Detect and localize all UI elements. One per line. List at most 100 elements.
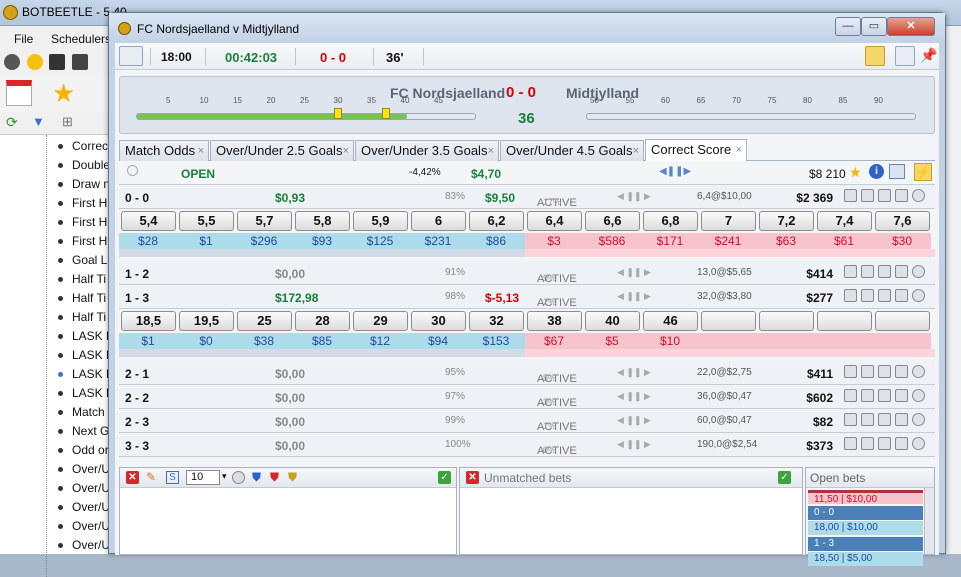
collapse-icon[interactable] (895, 365, 908, 378)
runner-row[interactable]: 1 - 2 $0,00 91% ACTIVE 9% ◀ ❚❚ ▶ 13,0@$5,65 $41… (119, 261, 935, 285)
window-icon[interactable] (895, 46, 915, 66)
bars-icon[interactable] (878, 413, 891, 426)
graph-icon[interactable] (844, 437, 857, 450)
open-bet-row[interactable]: 18,00 | $10,00 (808, 521, 923, 535)
lay-price-button[interactable]: 7,4 (817, 211, 872, 231)
runner-row[interactable]: 0 - 0 $0,93 83% $9,50 ACTIVE 17% ◀ ❚❚ ▶ 6,4@$10… (119, 185, 935, 209)
open-bet-header[interactable]: 0 - 0 (808, 506, 923, 520)
bars-icon[interactable] (878, 365, 891, 378)
add-panel-icon[interactable] (119, 46, 143, 66)
graph-icon[interactable] (844, 265, 857, 278)
lay-price-button[interactable]: 38 (527, 311, 582, 331)
check-icon[interactable]: ✓ (778, 471, 791, 484)
back-price-button[interactable]: 25 (237, 311, 292, 331)
star-icon[interactable]: ★ (52, 80, 75, 106)
close-tab-icon[interactable]: × (633, 145, 639, 157)
close-icon[interactable] (912, 265, 925, 278)
window-title-bar[interactable]: FC Nordsjaelland v Midtjylland — ▭ ✕ (109, 13, 945, 41)
collapse-icon[interactable] (895, 265, 908, 278)
open-bet-header[interactable]: 1 - 3 (808, 537, 923, 551)
nav-arrows-icon[interactable]: ◀ ❚❚ ▶ (617, 439, 651, 450)
info-icon[interactable]: i (869, 164, 884, 179)
arrows-icon[interactable]: ◀❚❚▶ (659, 166, 691, 177)
refresh-icon[interactable]: ⟳ (6, 114, 18, 131)
graph-icon[interactable] (844, 365, 857, 378)
open-bet-row[interactable]: 18,50 | $5,00 (808, 552, 923, 566)
back-price-button[interactable]: 6,2 (469, 211, 524, 231)
graph-icon[interactable] (844, 289, 857, 302)
back-price-button[interactable]: 29 (353, 311, 408, 331)
settings-icon[interactable] (232, 471, 245, 484)
pin-icon[interactable]: 📌 (920, 47, 937, 64)
close-icon[interactable] (912, 413, 925, 426)
close-button[interactable]: ✕ (887, 17, 935, 36)
back-price-button[interactable]: 18,5 (121, 311, 176, 331)
tools-icon[interactable] (861, 365, 874, 378)
back-price-button[interactable]: 5,5 (179, 211, 234, 231)
check-icon[interactable]: ✓ (438, 471, 451, 484)
stake-input[interactable]: 10 (186, 470, 220, 485)
s-icon[interactable]: S (166, 471, 179, 484)
menu-schedulers[interactable]: Schedulers (51, 32, 111, 46)
open-bet-row[interactable]: 11,50 | $10,00 (808, 490, 923, 505)
nav-arrows-icon[interactable]: ◀ ❚❚ ▶ (617, 367, 651, 378)
warning-icon[interactable]: ⛊ (288, 470, 297, 485)
tools-icon[interactable] (861, 265, 874, 278)
back-price-button[interactable]: 28 (295, 311, 350, 331)
bars-icon[interactable] (878, 189, 891, 202)
tree-icon[interactable]: ⊞ (62, 114, 73, 130)
maximize-button[interactable]: ▭ (861, 17, 887, 36)
close-icon[interactable] (912, 365, 925, 378)
close-icon[interactable] (912, 189, 925, 202)
tab-over-under-2-5-goals[interactable]: Over/Under 2.5 Goals × (210, 140, 354, 161)
back-price-button[interactable]: 5,8 (295, 211, 350, 231)
tab-match-odds[interactable]: Match Odds × (119, 140, 209, 161)
soccer-icon[interactable] (4, 54, 20, 70)
lay-price-button[interactable]: 7,2 (759, 211, 814, 231)
back-price-button[interactable]: 30 (411, 311, 466, 331)
tools-icon[interactable] (861, 389, 874, 402)
back-price-button[interactable]: 6 (411, 211, 466, 231)
runner-row[interactable]: 2 - 2 $0,00 97% ACTIVE 3% ◀ ❚❚ ▶ 36,0@$0,47 $60… (119, 385, 935, 409)
close-tab-icon[interactable]: × (198, 145, 204, 157)
lay-price-button[interactable] (817, 311, 872, 331)
back-price-button[interactable]: 5,9 (353, 211, 408, 231)
lay-price-button[interactable]: 6,8 (643, 211, 698, 231)
graph-icon[interactable] (844, 413, 857, 426)
back-price-button[interactable]: 5,7 (237, 211, 292, 231)
lay-price-button[interactable]: 7,6 (875, 211, 930, 231)
lay-price-button[interactable]: 7 (701, 211, 756, 231)
lightning-icon[interactable]: ⚡ (914, 163, 932, 181)
minimize-button[interactable]: — (835, 17, 861, 36)
collapse-icon[interactable] (895, 413, 908, 426)
close-icon[interactable] (912, 289, 925, 302)
lay-price-button[interactable]: 6,6 (585, 211, 640, 231)
close-tab-icon[interactable]: × (488, 145, 494, 157)
graph-icon[interactable] (844, 189, 857, 202)
radio-icon[interactable] (127, 165, 138, 176)
collapse-icon[interactable] (895, 189, 908, 202)
bars-icon[interactable] (878, 437, 891, 450)
lay-price-button[interactable] (759, 311, 814, 331)
shield-red-icon[interactable]: ⛊ (270, 470, 279, 485)
broom-icon[interactable]: ✎ (146, 470, 156, 484)
close-tab-icon[interactable]: × (736, 144, 742, 156)
chevron-down-icon[interactable]: ▾ (222, 471, 227, 482)
tools-icon[interactable] (861, 189, 874, 202)
tab-correct-score[interactable]: Correct Score × (645, 139, 747, 161)
tab-over-under-4-5-goals[interactable]: Over/Under 4.5 Goals × (500, 140, 644, 161)
runner-row[interactable]: 2 - 3 $0,00 99% ACTIVE 1% ◀ ❚❚ ▶ 60,0@$0,47 $82 (119, 409, 935, 433)
cancel-icon[interactable]: ✕ (126, 471, 139, 484)
nav-arrows-icon[interactable]: ◀ ❚❚ ▶ (617, 415, 651, 426)
graph-icon[interactable] (844, 389, 857, 402)
filter-icon[interactable]: ▼ (32, 114, 45, 129)
lay-price-button[interactable]: 6,4 (527, 211, 582, 231)
tools-icon[interactable] (861, 413, 874, 426)
collapse-icon[interactable] (895, 389, 908, 402)
cancel-all-icon[interactable]: ✕ (466, 471, 479, 484)
nav-arrows-icon[interactable]: ◀ ❚❚ ▶ (617, 291, 651, 302)
nav-arrows-icon[interactable]: ◀ ❚❚ ▶ (617, 191, 651, 202)
menu-file[interactable]: File (14, 32, 33, 46)
close-icon[interactable] (912, 437, 925, 450)
nav-arrows-icon[interactable]: ◀ ❚❚ ▶ (617, 391, 651, 402)
